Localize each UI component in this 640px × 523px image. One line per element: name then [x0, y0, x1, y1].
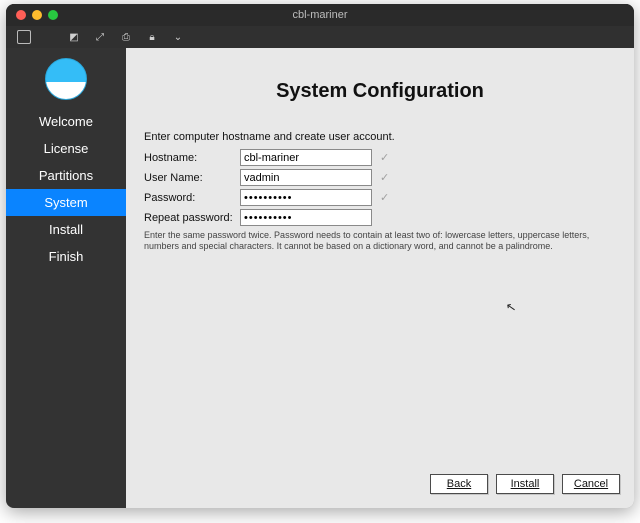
check-icon: ✓	[380, 171, 389, 184]
footer-buttons: Back Install Cancel	[430, 474, 620, 494]
window-title: cbl-mariner	[6, 9, 634, 21]
check-icon: ✓	[380, 191, 389, 204]
sidebar-item-finish[interactable]: Finish	[6, 243, 126, 270]
label-repeat-password: Repeat password:	[144, 212, 240, 224]
cancel-button[interactable]: Cancel	[562, 474, 620, 494]
label-hostname: Hostname:	[144, 152, 240, 164]
sidebar-item-partitions[interactable]: Partitions	[6, 162, 126, 189]
distro-logo	[6, 54, 126, 108]
chevron-down-icon[interactable]: ⌄	[170, 30, 186, 44]
sidebar-toggle-button[interactable]	[16, 30, 32, 44]
row-hostname: Hostname: ✓	[144, 149, 616, 166]
password-field[interactable]	[240, 189, 372, 206]
close-window-icon[interactable]	[16, 10, 26, 20]
app-window: cbl-mariner ◩ ⤢ ⎙ 🔒︎ ⌄ Welcome License P…	[6, 4, 634, 508]
sidebar: Welcome License Partitions System Instal…	[6, 48, 126, 508]
repeat-password-field[interactable]	[240, 209, 372, 226]
sidebar-item-install[interactable]: Install	[6, 216, 126, 243]
password-help-text: Enter the same password twice. Password …	[144, 230, 614, 253]
sidebar-item-license[interactable]: License	[6, 135, 126, 162]
printer-icon[interactable]: ⎙	[118, 30, 134, 44]
toolbar: ◩ ⤢ ⎙ 🔒︎ ⌄	[6, 26, 634, 48]
back-button-label: Back	[447, 478, 471, 490]
row-repeat-password: Repeat password:	[144, 209, 616, 226]
username-field[interactable]	[240, 169, 372, 186]
main-area: Welcome License Partitions System Instal…	[6, 48, 634, 508]
content-pane: System Configuration Enter computer host…	[126, 48, 634, 508]
check-icon: ✓	[380, 151, 389, 164]
label-username: User Name:	[144, 172, 240, 184]
lock-icon[interactable]: 🔒︎	[144, 30, 160, 44]
cursor-icon: ↖	[505, 299, 517, 315]
fullscreen-icon[interactable]: ⤢	[92, 30, 108, 44]
install-button-label: Install	[511, 478, 540, 490]
minimize-window-icon[interactable]	[32, 10, 42, 20]
cancel-button-label: Cancel	[574, 478, 608, 490]
zoom-window-icon[interactable]	[48, 10, 58, 20]
page-title: System Configuration	[144, 80, 616, 103]
row-username: User Name: ✓	[144, 169, 616, 186]
display-settings-icon[interactable]: ◩	[66, 30, 82, 44]
sidebar-item-system[interactable]: System	[6, 189, 126, 216]
install-button[interactable]: Install	[496, 474, 554, 494]
window-controls	[16, 10, 58, 20]
sidebar-item-welcome[interactable]: Welcome	[6, 108, 126, 135]
intro-text: Enter computer hostname and create user …	[144, 131, 616, 143]
hostname-field[interactable]	[240, 149, 372, 166]
back-button[interactable]: Back	[430, 474, 488, 494]
row-password: Password: ✓	[144, 189, 616, 206]
cbl-mariner-logo-icon	[45, 58, 87, 100]
titlebar: cbl-mariner	[6, 4, 634, 26]
label-password: Password:	[144, 192, 240, 204]
